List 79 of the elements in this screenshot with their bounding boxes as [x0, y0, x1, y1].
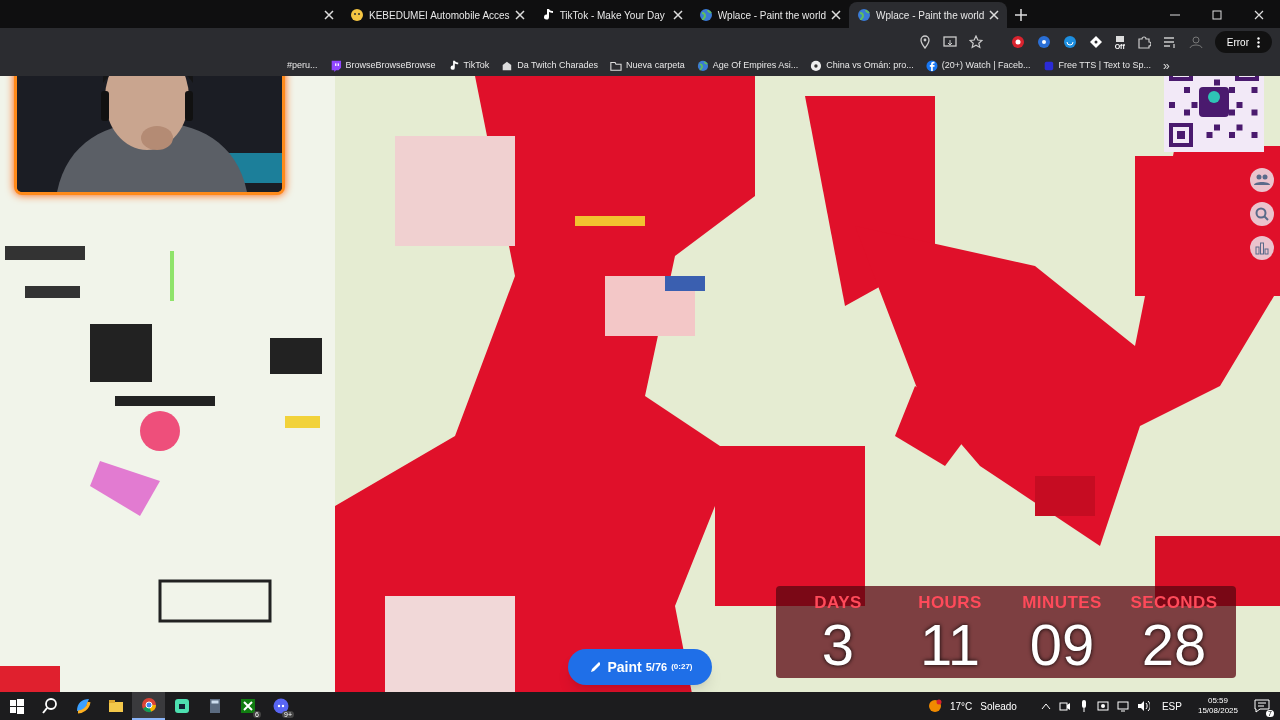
- tab-title: Wplace - Paint the world: [876, 8, 985, 23]
- more-bookmarks-button[interactable]: »: [1163, 57, 1170, 75]
- weather-icon: [927, 699, 942, 713]
- taskbar-button[interactable]: [132, 692, 165, 720]
- puzzle-icon[interactable]: [1136, 35, 1151, 49]
- countdown-label: HOURS: [918, 592, 982, 614]
- star-icon[interactable]: [968, 35, 983, 49]
- clock[interactable]: 05:59 15/08/2025: [1197, 696, 1238, 716]
- countdown-value: 11: [919, 615, 981, 674]
- browser-tab[interactable]: Wplace - Paint the world: [690, 2, 849, 28]
- maximize-icon[interactable]: [1212, 10, 1222, 20]
- tab-title: TikTok - Make Your Day: [559, 8, 666, 23]
- xbox-icon: [238, 697, 257, 715]
- date: 15/08/2025: [1197, 706, 1238, 716]
- windows-icon: [7, 697, 26, 715]
- temperature: 17°C: [949, 699, 973, 714]
- bookmark-item[interactable]: China vs Omán: pro...: [810, 59, 914, 73]
- bookmark-item[interactable]: BrowseBrowseBrowse: [329, 59, 436, 73]
- bookmark-item[interactable]: Da Twitch Charades: [501, 59, 599, 73]
- browser-tab[interactable]: TikTok - Make Your Day: [532, 2, 691, 28]
- profile-icon[interactable]: [1188, 35, 1203, 49]
- paint-count: 5/76: [645, 659, 668, 675]
- ball-icon: [810, 60, 823, 72]
- browser-tab[interactable]: Wplace - Paint the world: [849, 2, 1008, 28]
- bookmark-item[interactable]: #peru...: [287, 59, 318, 73]
- close-icon[interactable]: [324, 10, 334, 20]
- countdown-value: 09: [1029, 615, 1095, 674]
- search-icon: [40, 697, 59, 715]
- globe-icon: [857, 8, 871, 22]
- paint-timer: (0:27): [671, 661, 693, 673]
- weather-text: Soleado: [980, 699, 1017, 714]
- error-button[interactable]: Error: [1214, 31, 1272, 53]
- close-icon[interactable]: [1254, 10, 1264, 20]
- close-icon[interactable]: [514, 10, 525, 20]
- speaker-icon[interactable]: [1136, 700, 1150, 712]
- discord-icon: [271, 697, 290, 715]
- countdown-value: 28: [1141, 615, 1207, 674]
- browser-tab[interactable]: KEBEDUMEI Automobile Acces: [342, 2, 533, 28]
- smiley-icon: [350, 8, 364, 22]
- location-pin-icon[interactable]: [918, 35, 931, 49]
- countdown-label: MINUTES: [1022, 592, 1102, 614]
- more-icon: [1257, 36, 1260, 48]
- search-icon: [1254, 206, 1270, 222]
- bookmark-item[interactable]: (20+) Watch | Faceb...: [925, 59, 1031, 73]
- bookmark-item[interactable]: Free TTS | Text to Sp...: [1042, 59, 1152, 73]
- playlist-icon[interactable]: [1162, 35, 1177, 49]
- folder-icon: [610, 60, 623, 72]
- network-icon[interactable]: [1116, 700, 1129, 712]
- language-indicator[interactable]: ESP: [1161, 698, 1182, 714]
- bookmark-item[interactable]: Age Of Empires Asi...: [696, 59, 799, 73]
- facebook-icon: [925, 60, 938, 72]
- globe-icon: [698, 8, 713, 22]
- chrome-icon: [139, 696, 158, 714]
- globe-icon: [696, 60, 709, 72]
- paint-label: Paint: [607, 657, 642, 677]
- folder-icon: [106, 697, 125, 715]
- countdown-label: SECONDS: [1130, 592, 1218, 614]
- bookmark-icon: [1042, 60, 1055, 72]
- notification-icon: [1254, 699, 1270, 713]
- time: 05:59: [1207, 696, 1228, 706]
- plus-icon[interactable]: [1015, 9, 1028, 21]
- countdown-value: 3: [821, 615, 855, 674]
- bookmark-item[interactable]: Nueva carpeta: [610, 59, 685, 73]
- tab-title: KEBEDUMEI Automobile Acces: [369, 8, 510, 23]
- close-icon[interactable]: [831, 10, 841, 20]
- countdown-label: DAYS: [814, 592, 862, 614]
- install-icon[interactable]: [942, 35, 957, 49]
- close-icon[interactable]: [672, 10, 683, 20]
- bookmark-item[interactable]: TikTok: [447, 59, 490, 73]
- bar-chart-icon: [1254, 240, 1270, 256]
- screen-icon[interactable]: [1096, 700, 1109, 712]
- camera-icon[interactable]: [1058, 700, 1071, 712]
- tab-title: Wplace - Paint the world: [717, 8, 826, 23]
- close-icon[interactable]: [989, 10, 1000, 20]
- paint-button[interactable]: Paint 5/76 (0:27): [568, 649, 712, 685]
- group-icon: [1254, 172, 1270, 188]
- app-icon: [172, 697, 191, 715]
- chevron-up-icon[interactable]: [1040, 702, 1051, 710]
- chat-bubble-icon: [329, 60, 342, 72]
